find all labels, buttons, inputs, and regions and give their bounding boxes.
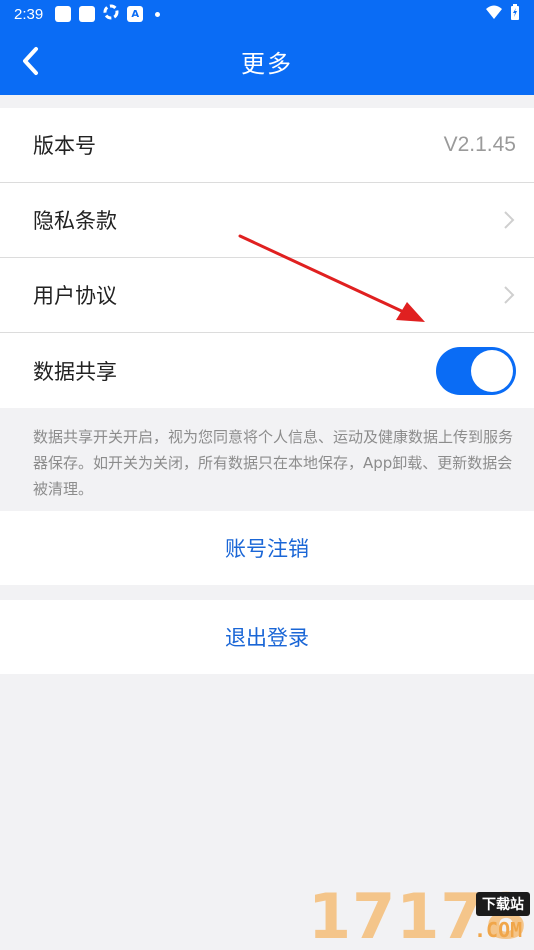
status-bar: 2:39 A: [0, 0, 534, 28]
wifi-icon: [486, 5, 502, 23]
data-share-note: 数据共享开关开启，视为您同意将个人信息、运动及健康数据上传到服务器保存。如开关为…: [33, 428, 514, 498]
status-time: 2:39: [14, 5, 44, 23]
app-notification-icon: [79, 6, 96, 22]
version-row: 版本号 V2.1.45: [0, 108, 534, 183]
data-share-toggle[interactable]: [436, 346, 516, 395]
sync-icon: [103, 4, 119, 24]
logout-button[interactable]: 退出登录: [0, 600, 534, 674]
battery-icon: [510, 4, 520, 24]
app-header: 更多: [0, 28, 534, 95]
app-notification-icon: [55, 6, 72, 22]
annotation-arrow-icon: [238, 234, 425, 322]
page-title: 更多: [241, 50, 293, 78]
a-notification-icon: A: [127, 6, 144, 22]
more-notifications-dot: [155, 11, 161, 17]
watermark: 17178 下载站 .COM: [308, 880, 534, 950]
data-share-row: 数据共享: [0, 333, 534, 408]
version-value: V2.1.45: [443, 133, 516, 156]
watermark-domain: .COM: [474, 918, 523, 942]
chevron-right-icon: [504, 211, 515, 229]
cancel-account-button[interactable]: 账号注销: [0, 511, 534, 585]
watermark-badge: 下载站: [476, 892, 530, 916]
version-label: 版本号: [33, 134, 96, 158]
chevron-right-icon: [504, 286, 515, 304]
data-share-label: 数据共享: [33, 359, 117, 384]
toggle-knob: [471, 349, 513, 392]
